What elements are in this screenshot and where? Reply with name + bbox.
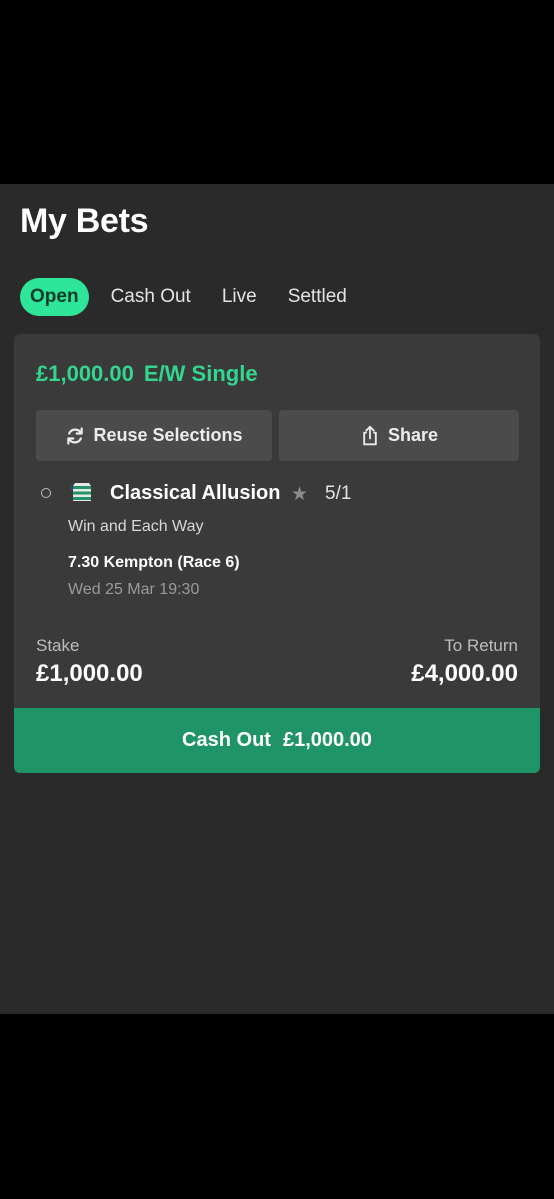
bet-card: £1,000.00 E/W Single Reuse Selections Sha… bbox=[14, 334, 540, 773]
share-button[interactable]: Share bbox=[279, 410, 519, 461]
runner-name: Classical Allusion bbox=[110, 482, 281, 504]
to-return-value: £4,000.00 bbox=[411, 660, 518, 687]
market-name: Win and Each Way bbox=[68, 518, 204, 535]
tab-cash-out[interactable]: Cash Out bbox=[111, 278, 191, 316]
cash-out-button[interactable]: Cash Out £1,000.00 bbox=[14, 708, 540, 773]
reuse-selections-button[interactable]: Reuse Selections bbox=[36, 410, 272, 461]
share-label: Share bbox=[387, 425, 439, 445]
odds: 5/1 bbox=[325, 483, 352, 504]
my-bets-screen: My Bets Open Cash Out Live Settled £1,00… bbox=[0, 184, 554, 1014]
status-dot-icon bbox=[41, 488, 51, 498]
tab-settled[interactable]: Settled bbox=[288, 278, 347, 316]
stake-value: £1,000.00 bbox=[36, 660, 143, 687]
reuse-selections-label: Reuse Selections bbox=[93, 425, 243, 445]
event-name: 7.30 Kempton (Race 6) bbox=[68, 554, 240, 571]
share-icon bbox=[363, 425, 377, 445]
silks-icon bbox=[70, 483, 91, 501]
event-time: Wed 25 Mar 19:30 bbox=[68, 581, 200, 598]
page-title: My Bets bbox=[20, 202, 149, 240]
tab-live[interactable]: Live bbox=[222, 278, 257, 316]
tab-open[interactable]: Open bbox=[20, 278, 89, 316]
bet-type: E/W Single bbox=[143, 361, 258, 386]
refresh-icon bbox=[67, 426, 84, 445]
bet-header: £1,000.00 E/W Single bbox=[36, 361, 258, 387]
bet-amount: £1,000.00 bbox=[36, 361, 134, 386]
stake-label: Stake bbox=[36, 636, 80, 655]
cash-out-label: Cash Out bbox=[182, 729, 271, 751]
to-return-label: To Return bbox=[444, 636, 518, 655]
bet-tabs: Open Cash Out Live Settled bbox=[20, 278, 378, 316]
star-icon[interactable]: ★ bbox=[291, 483, 308, 506]
cash-out-amount: £1,000.00 bbox=[282, 729, 372, 751]
